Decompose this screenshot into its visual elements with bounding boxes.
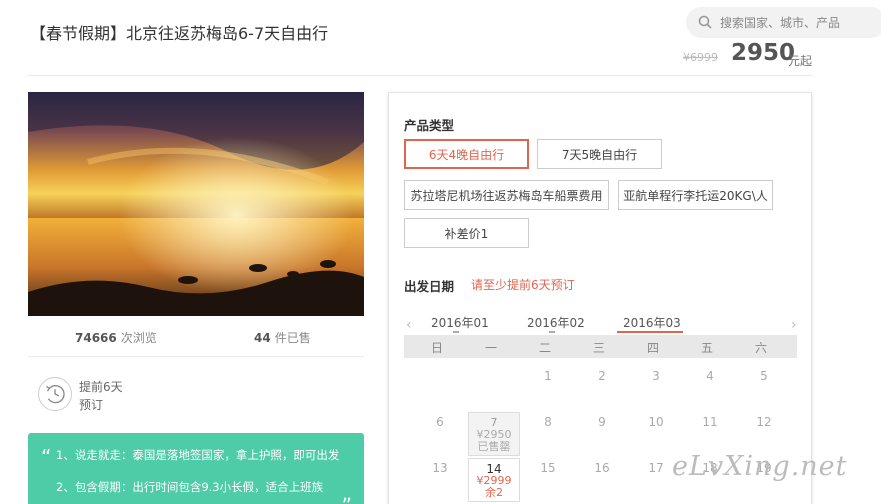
current-price: 2950: [731, 40, 796, 66]
highlights-box: “ 1、说走就走：泰国是落地签国家，拿上护照，即可出发 2、包含假期：出行时间包…: [28, 433, 364, 504]
clock-icon: [38, 377, 72, 411]
price-unit: 元起: [788, 54, 813, 68]
search-placeholder: 搜索国家、城市、产品: [720, 16, 841, 30]
stats-divider: [28, 356, 364, 357]
weekday-tue: 二: [538, 341, 551, 355]
weekday-sat: 六: [754, 341, 767, 355]
weekday-fri: 五: [700, 341, 713, 355]
day-12: 12: [756, 415, 772, 429]
weekday-thu: 四: [646, 341, 659, 355]
weekday-sun: 日: [430, 341, 443, 355]
view-count: 74666 次浏览: [75, 331, 157, 345]
day-14-cell[interactable]: 14 ¥2999 余2: [468, 458, 520, 502]
option-price-diff[interactable]: 补差价1: [404, 218, 529, 248]
open-quote-icon: “: [41, 445, 52, 469]
day-5: 5: [760, 369, 768, 383]
weekday-header: 日 一 二 三 四 五 六: [404, 335, 797, 358]
day-10: 10: [648, 415, 664, 429]
weekday-mon: 一: [484, 341, 497, 355]
option-7d5n[interactable]: 7天5晚自由行: [537, 139, 662, 169]
day-3: 3: [652, 369, 660, 383]
product-title: 【春节假期】北京往返苏梅岛6-7天自由行: [30, 24, 329, 43]
product-hero-image: [28, 92, 364, 316]
day-6: 6: [436, 415, 444, 429]
day-7-cell: 7 ¥2950 已售罄: [468, 412, 520, 456]
product-type-label: 产品类型: [404, 118, 455, 133]
search-icon: [698, 15, 712, 29]
prev-month-icon[interactable]: ‹: [406, 317, 412, 333]
day-16: 16: [594, 461, 610, 475]
close-quote-icon: „: [341, 481, 352, 504]
highlight-line-2: 2、包含假期：出行时间包含9.3小长假，适合上班族: [56, 480, 324, 494]
booking-panel: 产品类型 6天4晚自由行 7天5晚自由行 苏拉塔尼机场往返苏梅岛车船票费用 亚航…: [388, 92, 812, 504]
advance-booking-notice: 提前6天 预订: [79, 380, 123, 412]
day-4: 4: [706, 369, 714, 383]
month-tab-jan[interactable]: 2016年01: [431, 314, 489, 333]
next-month-icon[interactable]: ›: [791, 317, 797, 333]
original-price: ¥6999: [683, 51, 718, 64]
day-1: 1: [544, 369, 552, 383]
option-airport-transfer[interactable]: 苏拉塔尼机场往返苏梅岛车船票费用: [404, 180, 609, 210]
day-9: 9: [598, 415, 606, 429]
day-8: 8: [544, 415, 552, 429]
header-divider: [28, 75, 812, 76]
option-baggage[interactable]: 亚航单程行李托运20KG\人: [618, 180, 773, 210]
search-box[interactable]: 搜索国家、城市、产品: [686, 7, 881, 38]
day-13: 13: [432, 461, 448, 475]
month-tab-mar[interactable]: 2016年03: [617, 314, 683, 333]
site-watermark: eLvXing.net: [672, 451, 848, 482]
departure-notice: 请至少提前6天预订: [471, 278, 575, 292]
highlight-line-1: 1、说走就走：泰国是落地签国家，拿上护照，即可出发: [56, 448, 340, 462]
month-tab-feb[interactable]: 2016年02: [527, 314, 585, 333]
day-2: 2: [598, 369, 606, 383]
day-11: 11: [702, 415, 718, 429]
sold-count: 44 件已售: [254, 331, 311, 345]
weekday-wed: 三: [592, 341, 605, 355]
option-6d4n[interactable]: 6天4晚自由行: [404, 139, 529, 169]
departure-date-label: 出发日期: [404, 279, 455, 294]
day-15: 15: [540, 461, 556, 475]
